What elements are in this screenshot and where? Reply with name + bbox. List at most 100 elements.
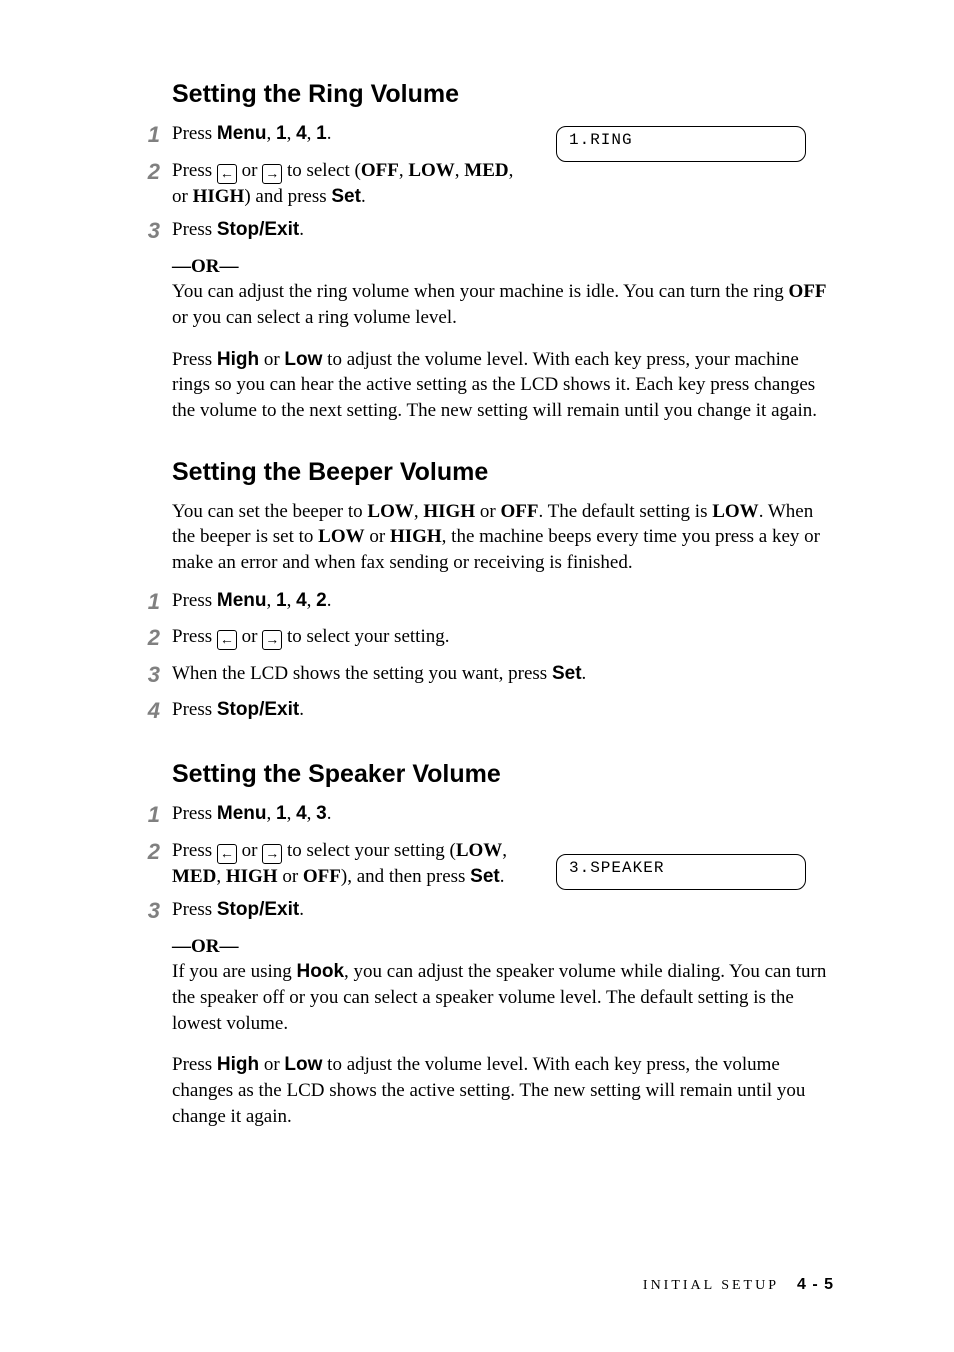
speaker-paragraph: Press High or Low to adjust the volume l… (172, 1052, 834, 1129)
text: , (287, 803, 297, 824)
ring-step-2: 2 Press ← or → to select (OFF, LOW, MED,… (130, 158, 834, 210)
beeper-step-1: 1 Press Menu, 1, 4, 2. (130, 588, 834, 617)
text: Press (172, 590, 217, 611)
high-key: High (217, 349, 259, 370)
set-key: Set (470, 866, 500, 887)
text: or (278, 866, 303, 887)
step-text: Press ← or → to select your setting (LOW… (172, 838, 522, 890)
page-footer: INITIAL SETUP 4 - 5 (643, 1276, 834, 1294)
option-high: HIGH (193, 186, 245, 207)
or-label: —OR— (172, 936, 239, 957)
step-text: Press ← or → to select your setting. (172, 624, 834, 650)
text: Press (172, 803, 217, 824)
text: . (299, 219, 304, 240)
option-high: HIGH (390, 526, 442, 547)
text: Press (172, 1054, 217, 1075)
option-high: HIGH (226, 866, 278, 887)
step-text: Press Menu, 1, 4, 1. (172, 121, 522, 147)
step-number: 3 (130, 217, 172, 246)
text: When the LCD shows the setting you want,… (172, 663, 552, 684)
text: or (237, 840, 262, 861)
text: , (287, 590, 297, 611)
option-high: HIGH (423, 501, 475, 522)
text: . (361, 186, 366, 207)
set-key: Set (331, 186, 361, 207)
text: Press (172, 349, 217, 370)
key-3: 3 (316, 803, 327, 824)
menu-key: Menu (217, 803, 267, 824)
text: Press (172, 626, 217, 647)
text: , (307, 123, 317, 144)
text: to select ( (282, 160, 361, 181)
beeper-intro: You can set the beeper to LOW, HIGH or O… (172, 499, 834, 576)
beeper-step-3: 3 When the LCD shows the setting you wan… (130, 661, 834, 690)
text: or (237, 160, 262, 181)
key-4: 4 (296, 803, 307, 824)
option-med: MED (464, 160, 508, 181)
option-low: LOW (408, 160, 454, 181)
key-4: 4 (296, 590, 307, 611)
step-number: 4 (130, 697, 172, 726)
key-1: 1 (276, 590, 287, 611)
step-number: 1 (130, 801, 172, 830)
text: You can set the beeper to (172, 501, 367, 522)
beeper-step-4: 4 Press Stop/Exit. (130, 697, 834, 726)
step-number: 2 (130, 158, 172, 187)
text: , (216, 866, 226, 887)
text: . (582, 663, 587, 684)
ring-paragraph: Press High or Low to adjust the volume l… (172, 347, 834, 424)
text: or (259, 349, 284, 370)
footer-page-number: 4 - 5 (797, 1276, 834, 1293)
text: Press (172, 699, 217, 720)
step-text: Press Menu, 1, 4, 2. (172, 588, 834, 614)
text: Press (172, 840, 217, 861)
step-text: Press ← or → to select (OFF, LOW, MED, o… (172, 158, 522, 210)
step-text: When the LCD shows the setting you want,… (172, 661, 834, 687)
option-off: OFF (303, 866, 341, 887)
text: ) and press (244, 186, 331, 207)
step-text: Press Stop/Exit. (172, 697, 834, 723)
footer-section: INITIAL SETUP (643, 1278, 779, 1293)
key-2: 2 (316, 590, 327, 611)
lcd-speaker: 3.SPEAKER (556, 854, 806, 890)
text: or (475, 501, 500, 522)
text: . (327, 590, 332, 611)
option-low: LOW (367, 501, 413, 522)
left-arrow-icon: ← (217, 164, 237, 184)
text: . (299, 899, 304, 920)
text: , (455, 160, 465, 181)
text: Press (172, 219, 217, 240)
option-off: OFF (361, 160, 399, 181)
stop-exit-key: Stop/Exit (217, 219, 299, 240)
text: or you can select a ring volume level. (172, 307, 457, 328)
right-arrow-icon: → (262, 630, 282, 650)
text: to select your setting. (282, 626, 449, 647)
speaker-step-3: 3 Press Stop/Exit. (130, 897, 834, 926)
right-arrow-icon: → (262, 844, 282, 864)
lcd-ring: 1.RING (556, 126, 806, 162)
text: . (299, 699, 304, 720)
low-key: Low (284, 349, 322, 370)
stop-exit-key: Stop/Exit (217, 899, 299, 920)
stop-exit-key: Stop/Exit (217, 699, 299, 720)
text: . (327, 123, 332, 144)
speaker-step-1: 1 Press Menu, 1, 4, 3. (130, 801, 834, 830)
step-number: 1 (130, 588, 172, 617)
step-number: 2 (130, 624, 172, 653)
step-number: 3 (130, 661, 172, 690)
text: or (237, 626, 262, 647)
hook-key: Hook (297, 961, 345, 982)
set-key: Set (552, 663, 582, 684)
step-text: Press Stop/Exit. (172, 897, 834, 923)
text: or (259, 1054, 284, 1075)
text: Press (172, 160, 217, 181)
text: , (414, 501, 424, 522)
speaker-or-block: —OR— If you are using Hook, you can adju… (172, 934, 834, 1037)
text: or (365, 526, 390, 547)
text: . (500, 866, 505, 887)
right-arrow-icon: → (262, 164, 282, 184)
text: , (287, 123, 297, 144)
text: If you are using (172, 961, 297, 982)
text: , (266, 123, 276, 144)
text: , (399, 160, 409, 181)
